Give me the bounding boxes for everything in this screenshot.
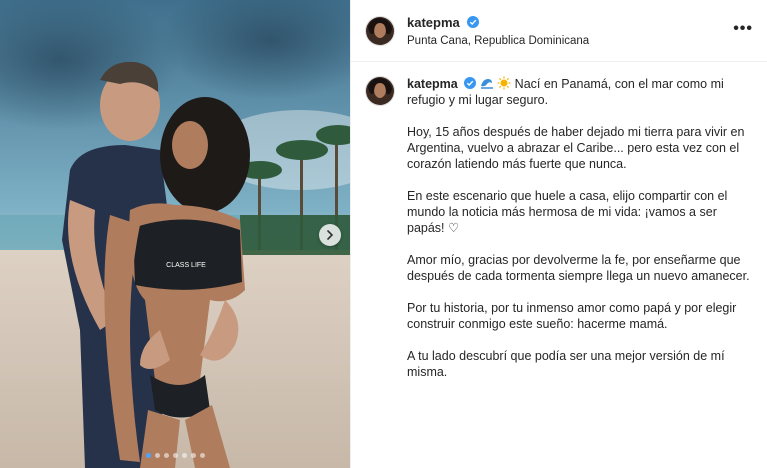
instagram-post: CLASS LIFE katepma Punta Cana, Republica… [0,0,767,468]
caption-paragraph: A tu lado descubrí que podía ser una mej… [407,349,725,379]
more-options-button[interactable]: ••• [733,20,753,38]
beach-couple-photo: CLASS LIFE [0,0,350,468]
post-header: katepma Punta Cana, Republica Dominicana… [351,0,767,62]
caption-avatar[interactable] [365,76,395,106]
ellipsis-icon: ••• [733,20,753,37]
carousel-dot [181,453,187,458]
post-photo[interactable]: CLASS LIFE [0,0,350,468]
carousel-dot [145,453,151,458]
carousel-next-button[interactable] [319,224,341,246]
caption-paragraph: Por tu historia, por tu inmenso amor com… [407,301,737,331]
caption-text: katepma Nací en Panamá, con el mar como … [407,76,753,396]
carousel-indicator [0,453,350,458]
avatar[interactable] [365,15,395,46]
sun-emoji-icon [497,76,511,90]
caption-paragraph: En este escenario que huele a casa, elij… [407,189,728,235]
carousel-dot [172,453,178,458]
verified-badge-icon [464,77,477,89]
carousel-dot [163,453,169,458]
photo-logo-text: CLASS LIFE [166,262,206,269]
caption-paragraph: Hoy, 15 años después de haber dejado mi … [407,125,745,171]
caption-paragraph: Amor mío, gracias por devolverme la fe, … [407,253,750,283]
chevron-right-icon [327,230,334,240]
wave-emoji-icon [480,79,493,89]
post-side-panel: katepma Punta Cana, Republica Dominicana… [350,0,767,468]
location-link[interactable]: Punta Cana, Republica Dominicana [407,34,589,50]
verified-badge-icon [467,15,480,28]
carousel-dot [154,453,160,458]
post-caption: katepma Nací en Panamá, con el mar como … [351,62,767,396]
header-username[interactable]: katepma [407,15,460,30]
caption-username[interactable]: katepma [407,77,458,91]
carousel-dot [199,453,205,458]
carousel-dot [190,453,196,458]
